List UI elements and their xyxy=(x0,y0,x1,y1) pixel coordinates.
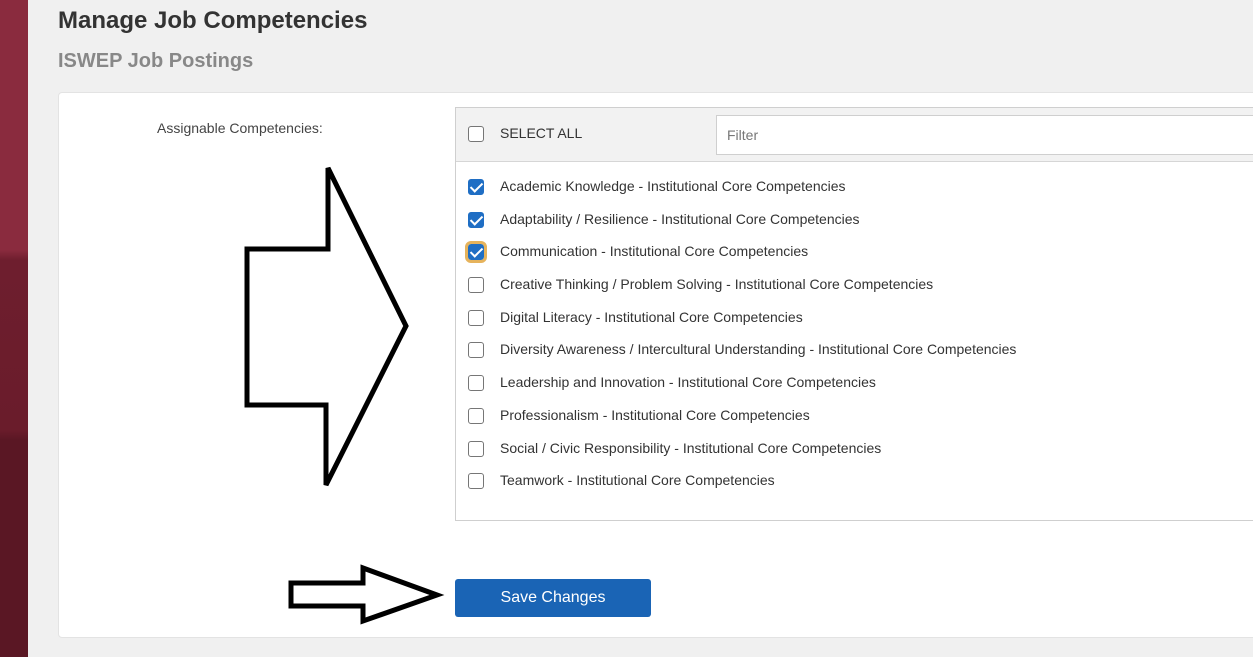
right-arrow-large-icon xyxy=(244,166,409,487)
annotation-arrows xyxy=(244,166,445,625)
right-arrow-small-icon xyxy=(288,564,445,625)
